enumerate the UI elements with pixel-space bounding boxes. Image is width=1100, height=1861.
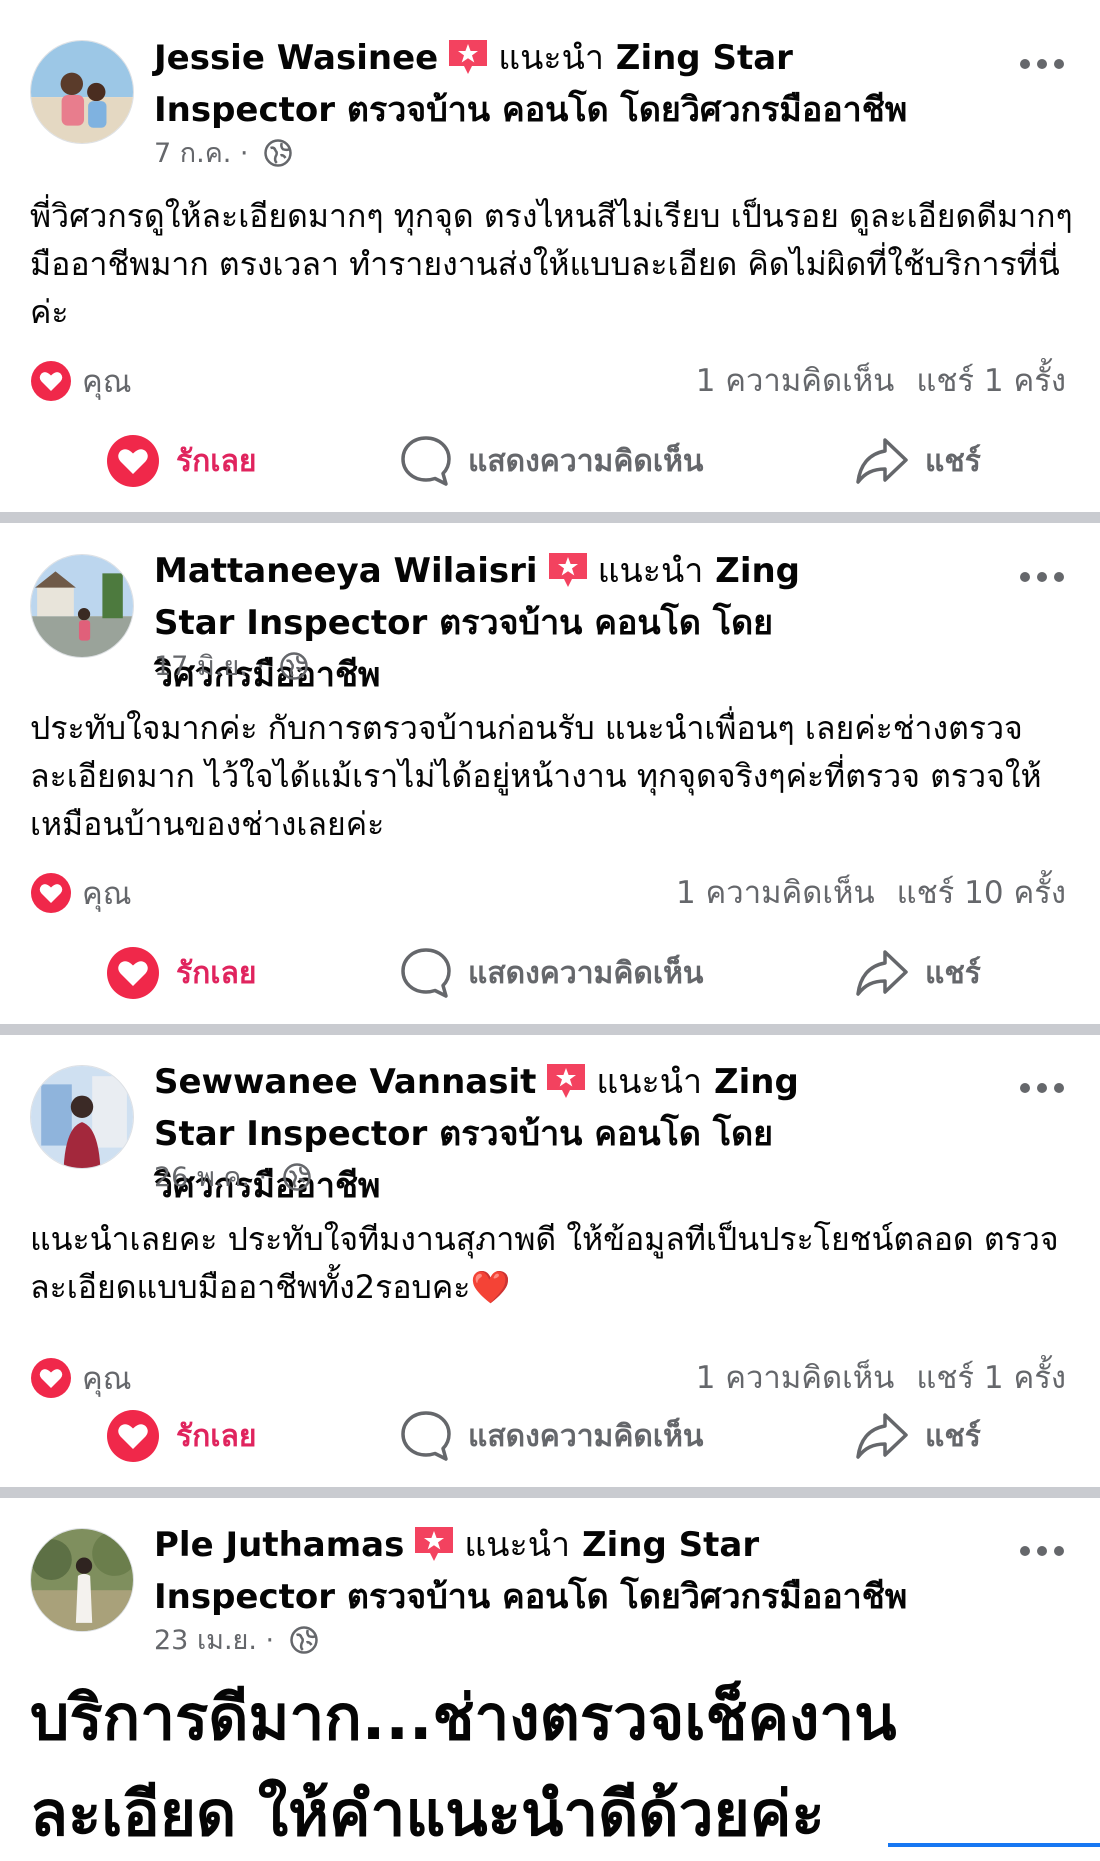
post-stats: 1 ความคิดเห็น แชร์ 1 ครั้ง [696,1356,1066,1400]
reaction-summary[interactable]: คุณ [30,871,132,915]
heart-icon [31,873,71,913]
comment-label: แสดงความคิดเห็น [468,955,704,991]
share-label: แชร์ [925,955,981,991]
love-label: รักเลย [176,443,257,479]
share-label: แชร์ [925,443,981,479]
reaction-label: คุณ [82,1361,132,1397]
reaction-label: คุณ [82,876,132,912]
post-card: Jessie Wasinee แนะนำ Zing Star Inspector … [0,0,1100,512]
share-arrow-icon [856,1413,908,1459]
comment-count[interactable]: 1 ความคิดเห็น [676,875,875,911]
reaction-summary[interactable]: คุณ [30,1356,132,1400]
share-count[interactable]: แชร์ 1 ครั้ง [916,1360,1066,1396]
globe-icon [280,652,309,680]
globe-icon [264,139,292,167]
avatar[interactable] [30,1528,134,1632]
author-name[interactable]: Jessie Wasinee [154,38,438,78]
comment-button[interactable]: แสดงความคิดเห็น [400,1406,703,1466]
love-button[interactable]: รักเลย [106,943,257,1003]
post-meta: 17 มิ.ย. · [154,650,309,684]
recommend-label: แนะนำ [498,38,604,78]
more-icon[interactable] [1020,1083,1064,1097]
comment-button[interactable]: แสดงความคิดเห็น [400,943,703,1003]
scroll-indicator [888,1843,1100,1847]
more-icon[interactable] [1020,59,1064,73]
post-card: Mattaneeya Wilaisri แนะนำ Zing Star Inspe… [0,523,1100,1024]
comment-icon [401,1411,451,1461]
comment-icon [401,436,451,486]
post-date[interactable]: 23 เม.ย. [154,1625,257,1656]
comment-icon [401,948,451,998]
avatar[interactable] [30,554,134,658]
share-button[interactable]: แชร์ [855,431,981,491]
post-divider [0,1487,1100,1498]
comment-label: แสดงความคิดเห็น [468,1418,704,1454]
recommend-star-icon [544,1062,588,1098]
share-arrow-icon [856,438,908,484]
recommend-star-icon [412,1525,456,1561]
post-divider [0,1024,1100,1035]
action-bar: รักเลย แสดงความคิดเห็น แชร์ [0,1406,1100,1466]
share-arrow-icon [856,950,908,996]
recommend-label: แนะนำ [464,1525,571,1565]
love-button[interactable]: รักเลย [106,1406,257,1466]
post-body: พี่วิศวกรดูให้ละเอียดมากๆ ทุกจุด ตรงไหนส… [30,197,1073,331]
post-divider [0,512,1100,523]
post-stats: 1 ความคิดเห็น แชร์ 1 ครั้ง [696,359,1066,403]
comment-label: แสดงความคิดเห็น [468,443,704,479]
post-body-large-line-1: บริการดีมาก...ช่างตรวจเช็คงาน [30,1681,897,1754]
heart-icon [107,1410,159,1462]
comment-count[interactable]: 1 ความคิดเห็น [696,363,895,399]
recommend-label: แนะนำ [596,1062,703,1102]
post-card: Ple Juthamas แนะนำ Zing Star Inspector ตร… [0,1498,1100,1855]
share-count[interactable]: แชร์ 1 ครั้ง [916,363,1066,399]
heart-icon [107,947,159,999]
globe-icon [289,1626,318,1654]
share-label: แชร์ [925,1418,981,1454]
post-meta: 7 ก.ค. · [154,137,293,171]
more-icon[interactable] [1020,572,1064,586]
share-count[interactable]: แชร์ 10 ครั้ง [897,875,1066,911]
heart-icon [107,435,159,487]
avatar[interactable] [30,40,134,144]
avatar[interactable] [30,1065,134,1169]
share-button[interactable]: แชร์ [855,943,981,1003]
globe-icon [282,1163,311,1191]
post-header: Ple Juthamas แนะนำ Zing Star Inspector ตร… [154,1519,944,1623]
heart-icon [31,1358,71,1398]
action-bar: รักเลย แสดงความคิดเห็น แชร์ [0,431,1100,491]
post-date[interactable]: 17 มิ.ย. [154,651,248,682]
share-button[interactable]: แชร์ [855,1406,981,1466]
author-name[interactable]: Sewwanee Vannasit [154,1062,536,1102]
reaction-summary[interactable]: คุณ [30,359,132,403]
post-stats: 1 ความคิดเห็น แชร์ 10 ครั้ง [676,871,1066,915]
post-date[interactable]: 26 พ.ค. [154,1162,250,1193]
post-body: ประทับใจมากค่ะ กับการตรวจบ้านก่อนรับ แนะ… [30,709,1042,843]
recommend-label: แนะนำ [597,551,704,591]
love-button[interactable]: รักเลย [106,431,257,491]
author-name[interactable]: Ple Juthamas [154,1525,404,1565]
comment-button[interactable]: แสดงความคิดเห็น [400,431,703,491]
heart-icon [31,361,71,401]
post-meta: 23 เม.ย. · [154,1624,319,1658]
action-bar: รักเลย แสดงความคิดเห็น แชร์ [0,943,1100,1003]
post-meta: 26 พ.ค. · [154,1161,312,1195]
post-date[interactable]: 7 ก.ค. [154,138,231,169]
author-name[interactable]: Mattaneeya Wilaisri [154,551,538,591]
love-label: รักเลย [176,955,257,991]
comment-count[interactable]: 1 ความคิดเห็น [696,1360,895,1396]
post-card: Sewwanee Vannasit แนะนำ Zing Star Inspect… [0,1035,1100,1487]
post-header: Jessie Wasinee แนะนำ Zing Star Inspector … [154,32,944,136]
more-icon[interactable] [1020,1546,1064,1560]
reaction-label: คุณ [82,364,132,400]
recommend-star-icon [546,551,590,587]
recommend-star-icon [446,38,490,74]
post-body: แนะนำเลยคะ ประทับใจทีมงานสุภาพดี ให้ข้อม… [30,1220,1059,1306]
love-label: รักเลย [176,1418,257,1454]
